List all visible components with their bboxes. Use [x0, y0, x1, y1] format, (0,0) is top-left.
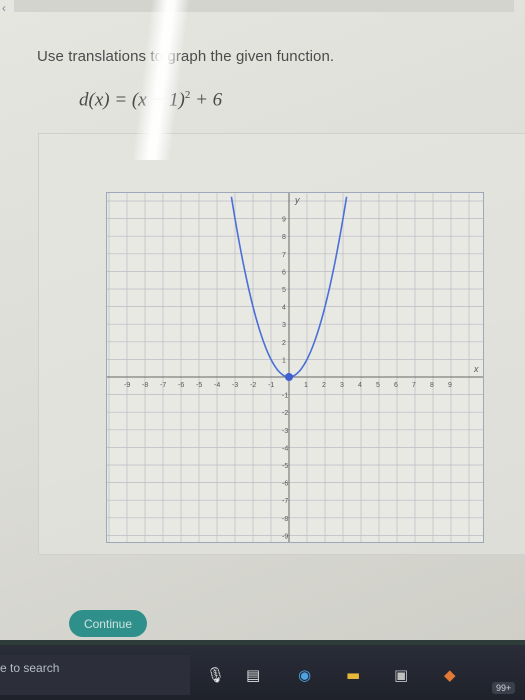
- y-tick-label: -3: [282, 428, 288, 435]
- back-arrow-icon[interactable]: ‹: [2, 1, 6, 15]
- vertex-point[interactable]: [285, 373, 293, 381]
- y-tick-label: 2: [282, 340, 286, 347]
- x-tick-label: 5: [376, 382, 380, 389]
- x-tick-label: 4: [358, 382, 362, 389]
- microphone-icon[interactable]: 🎙: [206, 666, 225, 684]
- y-tick-label: -7: [282, 498, 288, 505]
- store-icon[interactable]: ▣: [394, 666, 408, 684]
- y-tick-label: -1: [282, 393, 288, 400]
- x-tick-label: -7: [160, 382, 166, 389]
- y-tick-label: -4: [282, 445, 288, 452]
- x-tick-label: -4: [214, 382, 220, 389]
- x-tick-label: 6: [394, 382, 398, 389]
- edge-icon[interactable]: ◉: [298, 666, 311, 684]
- y-tick-label: 3: [282, 322, 286, 329]
- x-tick-label: 7: [412, 382, 416, 389]
- x-tick-label: -9: [124, 382, 130, 389]
- y-axis-label: y: [294, 195, 300, 205]
- graph-area[interactable]: -9 -8 -7 -6 -5 -4 -3 -2 -1 1 2 3 4 5 6 7 8 9 9 8 7 6 5 4 3 2 1 -1 -2…: [106, 192, 484, 543]
- y-tick-label: 4: [282, 305, 286, 312]
- x-tick-label: 8: [430, 382, 434, 389]
- x-tick-label: 9: [448, 382, 452, 389]
- x-tick-label: -5: [196, 382, 202, 389]
- x-tick-label: 2: [322, 382, 326, 389]
- function-rhs: + 6: [190, 89, 223, 111]
- task-view-icon[interactable]: ▤: [246, 666, 260, 684]
- search-placeholder[interactable]: e to search: [0, 661, 59, 675]
- y-tick-label: 1: [282, 357, 286, 364]
- y-tick-label: -6: [282, 481, 288, 488]
- y-tick-label: 9: [282, 217, 286, 224]
- y-tick-label: 8: [282, 234, 286, 241]
- y-tick-label: 7: [282, 252, 286, 259]
- continue-button[interactable]: Continue: [69, 610, 147, 637]
- x-tick-label: -6: [178, 382, 184, 389]
- y-tick-label: -2: [282, 410, 288, 417]
- top-bar: [14, 0, 514, 12]
- y-tick-label: -5: [282, 463, 288, 470]
- office-icon[interactable]: ◆: [444, 666, 456, 684]
- x-tick-label: -2: [250, 382, 256, 389]
- x-tick-label: 3: [340, 382, 344, 389]
- x-tick-label: -1: [268, 382, 274, 389]
- y-tick-label: -9: [282, 533, 288, 540]
- coordinate-grid[interactable]: -9 -8 -7 -6 -5 -4 -3 -2 -1 1 2 3 4 5 6 7 8 9 9 8 7 6 5 4 3 2 1 -1 -2…: [107, 193, 483, 542]
- y-tick-label: 5: [282, 287, 286, 294]
- x-tick-label: 1: [304, 382, 308, 389]
- x-tick-label: -3: [232, 382, 238, 389]
- x-axis-label: x: [473, 364, 479, 374]
- folder-icon[interactable]: ▬: [346, 666, 360, 684]
- y-tick-label: 6: [282, 269, 286, 276]
- question-instruction: Use translations to graph the given func…: [37, 48, 335, 65]
- notification-badge: 99+: [492, 682, 516, 694]
- x-tick-label: -8: [142, 382, 148, 389]
- y-tick-label: -8: [282, 516, 288, 523]
